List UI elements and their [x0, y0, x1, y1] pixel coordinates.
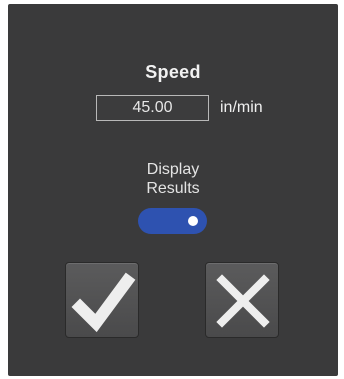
display-results-label-line2: Results [146, 180, 200, 197]
display-results-toggle[interactable] [138, 208, 207, 234]
cancel-button[interactable] [205, 262, 279, 338]
toggle-knob [188, 216, 198, 226]
x-icon [216, 274, 270, 328]
speed-unit-label: in/min [220, 99, 263, 116]
dialog-title: Speed [145, 62, 201, 82]
display-results-label: Display Results [8, 160, 338, 198]
checkmark-icon [71, 272, 136, 333]
confirm-button[interactable] [65, 262, 139, 338]
speed-dialog: Speed 45.00 in/min Display Results [8, 4, 338, 376]
speed-input[interactable]: 45.00 [96, 95, 209, 121]
display-results-label-line1: Display [146, 161, 200, 178]
